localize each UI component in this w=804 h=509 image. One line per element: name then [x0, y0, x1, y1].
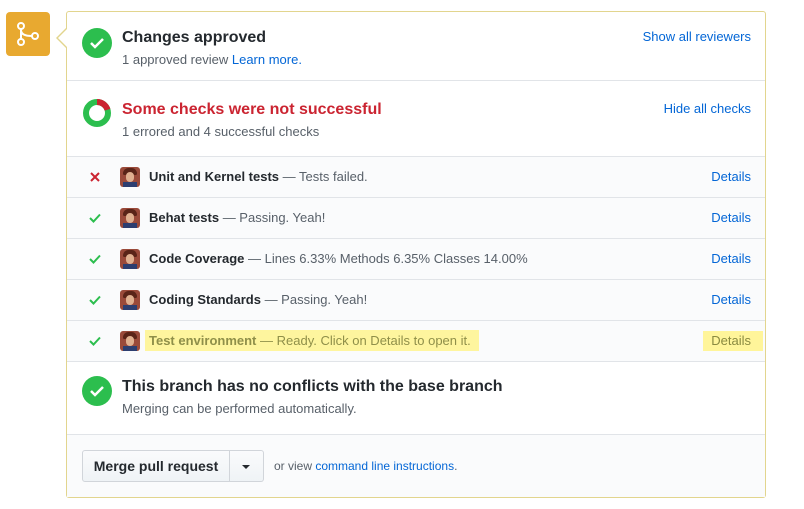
passed-check-icon — [89, 334, 101, 352]
highlight-marker: Test environment — Ready. Click on Detai… — [145, 330, 479, 351]
check-details-link[interactable]: Details — [711, 292, 751, 307]
passed-check-icon — [89, 293, 101, 311]
learn-more-link[interactable]: Learn more. — [232, 52, 302, 67]
avatar — [120, 290, 140, 310]
check-text: Unit and Kernel tests — Tests failed. — [149, 169, 368, 184]
hint-prefix: or view — [274, 459, 316, 473]
avatar — [120, 249, 140, 269]
approved-check-icon — [82, 28, 112, 58]
merge-pull-request-button[interactable]: Merge pull request — [82, 450, 230, 482]
no-conflicts-check-icon — [82, 376, 112, 406]
conflicts-title: This branch has no conflicts with the ba… — [122, 378, 503, 395]
check-name: Test environment — [149, 333, 257, 348]
check-details-link[interactable]: Details — [711, 210, 751, 225]
passed-check-icon — [89, 252, 101, 270]
approved-section: Changes approved 1 approved review Learn… — [67, 12, 765, 81]
check-text: Behat tests — Passing. Yeah! — [149, 210, 325, 225]
checks-summary-subtitle: 1 errored and 4 successful checks — [122, 124, 320, 139]
avatar — [120, 167, 140, 187]
caret-down-icon — [242, 465, 250, 469]
hint-suffix: . — [454, 459, 458, 473]
checks-status-donut-icon — [83, 99, 111, 127]
approved-title: Changes approved — [122, 29, 267, 46]
check-name: Code Coverage — [149, 251, 245, 266]
check-name: Unit and Kernel tests — [149, 169, 280, 184]
check-details-link[interactable]: Details — [711, 251, 751, 266]
avatar — [120, 331, 140, 351]
check-row: Coding Standards — Passing. Yeah! Detail… — [67, 280, 765, 321]
git-merge-icon — [6, 12, 50, 56]
conflicts-subtitle: Merging can be performed automatically. — [122, 401, 357, 416]
check-name: Coding Standards — [149, 292, 261, 307]
command-line-hint: or view command line instructions. — [274, 459, 457, 473]
merge-method-dropdown-button[interactable] — [230, 450, 264, 482]
check-text: Test environment — Ready. Click on Detai… — [145, 330, 479, 351]
check-details-link[interactable]: Details — [711, 169, 751, 184]
check-description: — Tests failed. — [279, 169, 368, 184]
hide-all-checks-link[interactable]: Hide all checks — [664, 101, 751, 116]
check-row: Unit and Kernel tests — Tests failed. De… — [67, 157, 765, 198]
approved-subtitle: 1 approved review Learn more. — [122, 52, 302, 67]
check-description: — Ready. Click on Details to open it. — [256, 333, 471, 348]
show-all-reviewers-link[interactable]: Show all reviewers — [643, 29, 751, 44]
check-description: — Passing. Yeah! — [219, 210, 326, 225]
failed-x-icon — [89, 170, 101, 188]
command-line-instructions-link[interactable]: command line instructions — [315, 459, 454, 473]
check-row: Behat tests — Passing. Yeah! Details — [67, 198, 765, 239]
passed-check-icon — [89, 211, 101, 229]
check-row: Code Coverage — Lines 6.33% Methods 6.35… — [67, 239, 765, 280]
merge-status-panel: Changes approved 1 approved review Learn… — [66, 11, 766, 498]
check-description: — Lines 6.33% Methods 6.35% Classes 14.0… — [244, 251, 528, 266]
avatar — [120, 208, 140, 228]
check-description: — Passing. Yeah! — [260, 292, 368, 307]
check-name: Behat tests — [149, 210, 220, 225]
checks-summary-title: Some checks were not successful — [122, 101, 382, 118]
panel-caret-inner — [58, 29, 67, 47]
merge-section: Merge pull request or view command line … — [67, 435, 765, 497]
approved-review-count: 1 approved review — [122, 52, 229, 67]
check-text: Code Coverage — Lines 6.33% Methods 6.35… — [149, 251, 528, 266]
checks-summary-section: Some checks were not successful 1 errore… — [67, 81, 765, 157]
conflicts-section: This branch has no conflicts with the ba… — [67, 361, 765, 435]
check-details-link[interactable]: Details — [711, 333, 751, 348]
check-row-highlighted: Test environment — Ready. Click on Detai… — [67, 321, 765, 362]
check-text: Coding Standards — Passing. Yeah! — [149, 292, 367, 307]
